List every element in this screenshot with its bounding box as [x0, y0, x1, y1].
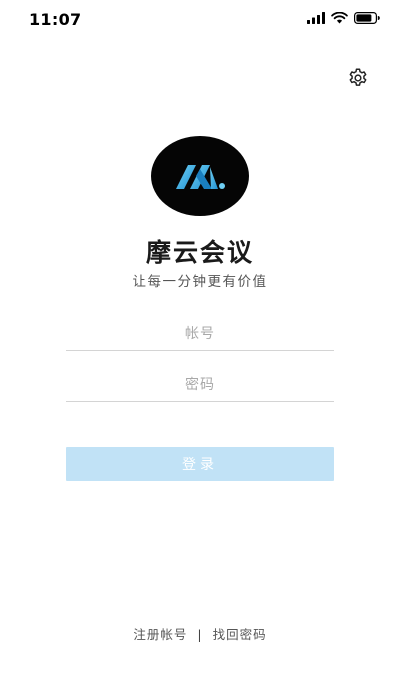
- app-logo-m-icon: [176, 165, 225, 189]
- status-icons: [307, 12, 380, 24]
- gear-icon[interactable]: [347, 67, 369, 89]
- password-input[interactable]: [66, 369, 334, 402]
- signal-icon: [307, 12, 325, 24]
- battery-icon: [354, 12, 380, 24]
- app-logo: [151, 136, 249, 216]
- app-title: 摩云会议: [145, 238, 254, 267]
- status-bar: 11:07: [0, 0, 400, 40]
- status-time: 11:07: [29, 10, 82, 29]
- footer-links: 注册帐号 | 找回密码: [0, 624, 400, 643]
- recover-password-link[interactable]: 找回密码: [213, 627, 267, 642]
- footer-separator: |: [197, 627, 203, 642]
- account-input[interactable]: [66, 318, 334, 351]
- login-button[interactable]: 登录: [66, 447, 334, 481]
- app-slogan: 让每一分钟更有价值: [132, 274, 268, 290]
- register-link[interactable]: 注册帐号: [133, 627, 187, 642]
- wifi-icon: [331, 12, 348, 24]
